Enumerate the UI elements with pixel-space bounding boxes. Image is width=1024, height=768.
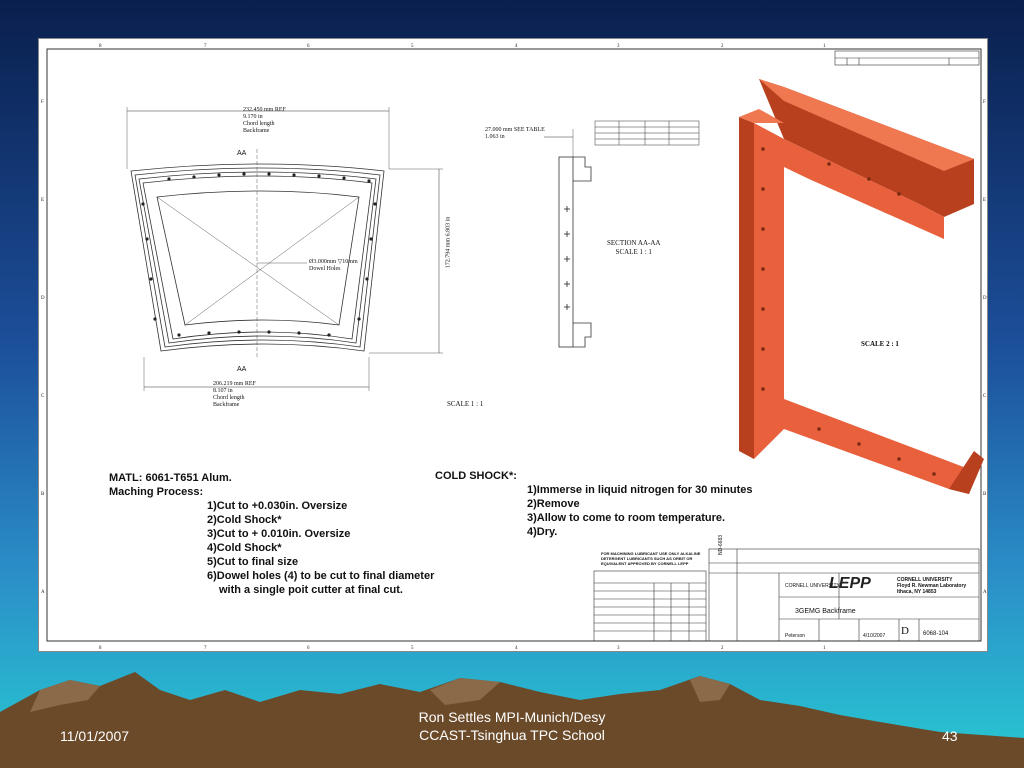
svg-text:C: C bbox=[41, 394, 45, 399]
svg-text:F: F bbox=[41, 100, 44, 105]
svg-text:8: 8 bbox=[99, 646, 102, 651]
backframe-isometric bbox=[739, 79, 984, 494]
svg-text:6: 6 bbox=[307, 44, 310, 49]
svg-text:3: 3 bbox=[617, 44, 620, 49]
svg-text:1: 1 bbox=[823, 44, 826, 49]
backframe-front-view bbox=[126, 107, 443, 391]
process-title: Maching Process: bbox=[109, 486, 204, 498]
svg-text:5: 5 bbox=[411, 44, 414, 49]
svg-text:E: E bbox=[983, 198, 986, 203]
svg-text:2: 2 bbox=[721, 44, 724, 49]
footer-date: 11/01/2007 bbox=[60, 728, 130, 744]
cornell-address: CORNELL UNIVERSITY Floyd R. Newman Labora… bbox=[897, 577, 967, 595]
svg-text:6: 6 bbox=[307, 646, 310, 651]
dowel-label: Ø3.000mm ▽10mm Dowel Holes bbox=[309, 259, 358, 272]
main-scale-label: SCALE 1 : 1 bbox=[447, 400, 484, 408]
svg-text:4: 4 bbox=[515, 646, 518, 651]
engineering-drawing: 8 7 6 5 4 3 2 1 F E D C B A F E D C B A 8 7 6 5 4 3 2 1 23… bbox=[38, 38, 988, 652]
svg-text:7: 7 bbox=[204, 646, 207, 651]
section-mark-bottom: AA bbox=[237, 366, 247, 373]
right-dimension-label: 172.794 mm 6.803 in bbox=[445, 216, 452, 269]
svg-text:1: 1 bbox=[823, 646, 826, 651]
svg-text:A: A bbox=[983, 590, 987, 595]
drawing-date: 4/10/2007 bbox=[863, 633, 886, 639]
svg-text:C: C bbox=[983, 394, 987, 399]
svg-text:A: A bbox=[41, 590, 45, 595]
svg-text:D: D bbox=[983, 296, 987, 301]
material-note: MATL: 6061-T651 Alum. bbox=[109, 472, 232, 484]
drawing-number: 6068-104 bbox=[923, 631, 949, 637]
section-mark-top: AA bbox=[237, 150, 247, 157]
process-steps: 1)Cut to +0.030in. Oversize 2)Cold Shock… bbox=[207, 500, 435, 596]
part-title: 3GEMG Backframe bbox=[795, 608, 856, 615]
footer-author: Ron Settles MPI-Munich/Desy CCAST-Tsingh… bbox=[418, 709, 606, 743]
svg-text:7: 7 bbox=[204, 44, 207, 49]
svg-text:8: 8 bbox=[99, 44, 102, 49]
iso-scale-label: SCALE 2 : 1 bbox=[861, 340, 899, 348]
section-title: SECTION AA-AA SCALE 1 : 1 bbox=[607, 239, 661, 256]
svg-text:5: 5 bbox=[411, 646, 414, 651]
bottom-dimension-label: 206.219 mm REF 8.107 in Chord length Backf… bbox=[213, 381, 256, 408]
svg-text:B: B bbox=[983, 492, 987, 497]
section-view bbox=[544, 129, 592, 348]
svg-text:3: 3 bbox=[617, 646, 620, 651]
section-dimension-label: 27.000 mm SEE TABLE 1.063 in bbox=[485, 127, 545, 140]
cold-shock-steps: 1)Immerse in liquid nitrogen for 30 minu… bbox=[527, 484, 753, 538]
slide-number: 43 bbox=[942, 728, 958, 744]
svg-text:B: B bbox=[41, 492, 45, 497]
drawn-by: Peterson bbox=[785, 633, 806, 639]
svg-text:2: 2 bbox=[721, 646, 724, 651]
svg-text:D: D bbox=[41, 296, 45, 301]
sheet-size: D bbox=[901, 625, 909, 637]
section-table bbox=[594, 120, 700, 146]
svg-text:E: E bbox=[41, 198, 44, 203]
cold-shock-title: COLD SHOCK*: bbox=[435, 470, 517, 482]
top-dimension-label: 232.450 mm REF 9.170 in Chord length Backf… bbox=[243, 107, 286, 134]
revision-block bbox=[834, 50, 980, 66]
svg-text:F: F bbox=[983, 100, 986, 105]
svg-text:4: 4 bbox=[515, 44, 518, 49]
lubricant-note: FOR MACHINING LUBRICANT USE ONLY ALKALIN… bbox=[601, 551, 701, 566]
section-crosses bbox=[564, 206, 570, 310]
lepp-logo: LEPP bbox=[829, 575, 871, 592]
